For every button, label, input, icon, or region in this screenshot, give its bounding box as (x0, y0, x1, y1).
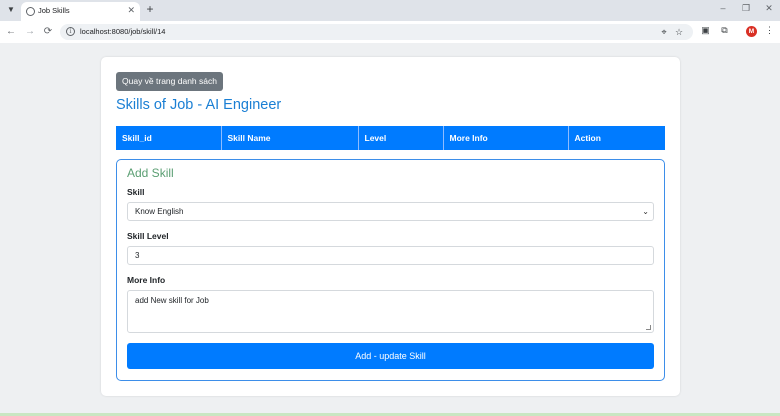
extension-app-icon[interactable]: ▣ (700, 25, 711, 36)
back-arrow-icon[interactable]: ← (4, 25, 18, 39)
form-legend: Add Skill (127, 166, 174, 180)
tab-job-skills[interactable]: Job Skills ✕ (21, 2, 140, 21)
chevron-down-icon: ▼ (7, 5, 15, 14)
header-more-info: More Info (443, 126, 569, 150)
skill-level-input[interactable]: 3 (127, 246, 654, 265)
restore-icon[interactable]: ❐ (739, 3, 753, 14)
skill-select[interactable]: Know English ⌄ (127, 202, 654, 221)
table-header-row: Skill_id Skill Name Level More Info Acti… (116, 126, 665, 150)
header-level: Level (358, 126, 444, 150)
address-bar[interactable]: i localhost:8080/job/skill/14 ⌖ ☆ (60, 24, 693, 40)
skill-label: Skill (127, 187, 145, 197)
tab-title: Job Skills (38, 6, 70, 15)
skill-select-value: Know English (135, 207, 184, 216)
back-to-list-button[interactable]: Quay về trang danh sách (116, 72, 223, 91)
minimize-icon[interactable]: – (716, 3, 730, 13)
site-info-icon[interactable]: i (66, 27, 75, 36)
tab-strip: ▼ Job Skills ✕ + – ❐ ✕ (0, 0, 780, 21)
new-tab-button[interactable]: + (143, 2, 157, 16)
browser-toolbar: ← → ⟳ i localhost:8080/job/skill/14 ⌖ ☆ … (0, 21, 780, 43)
add-skill-form: Add Skill Skill Know English ⌄ Skill Lev… (116, 159, 665, 381)
content-card: Quay về trang danh sách Skills of Job - … (101, 57, 680, 396)
chevron-down-icon: ⌄ (642, 207, 649, 216)
close-window-icon[interactable]: ✕ (762, 3, 776, 14)
header-action: Action (574, 133, 601, 143)
bookmark-star-icon[interactable]: ☆ (674, 27, 684, 37)
skills-table: Skill_id Skill Name Level More Info Acti… (116, 126, 665, 150)
reload-icon[interactable]: ⟳ (41, 25, 55, 39)
globe-icon (26, 7, 35, 16)
more-info-value: add New skill for Job (135, 296, 209, 305)
skill-level-label: Skill Level (127, 231, 169, 241)
more-info-textarea[interactable]: add New skill for Job (127, 290, 654, 333)
location-pin-icon[interactable]: ⌖ (659, 27, 669, 37)
more-menu-icon[interactable]: ⋮ (764, 25, 775, 36)
profile-avatar[interactable]: M (746, 26, 757, 37)
resize-handle[interactable] (646, 325, 651, 330)
more-info-label: More Info (127, 275, 166, 285)
url-text[interactable]: localhost:8080/job/skill/14 (80, 27, 165, 36)
add-update-skill-button[interactable]: Add - update Skill (127, 343, 654, 369)
forward-arrow-icon[interactable]: → (23, 25, 37, 39)
page-title: Skills of Job - AI Engineer (116, 97, 282, 113)
header-skill-id: Skill_id (116, 126, 222, 150)
tab-list-button[interactable]: ▼ (4, 3, 18, 17)
puzzle-extensions-icon[interactable]: ⧉ (719, 25, 730, 36)
page-viewport: Quay về trang danh sách Skills of Job - … (0, 43, 780, 416)
header-skill-name: Skill Name (221, 126, 359, 150)
close-tab-icon[interactable]: ✕ (127, 5, 135, 16)
